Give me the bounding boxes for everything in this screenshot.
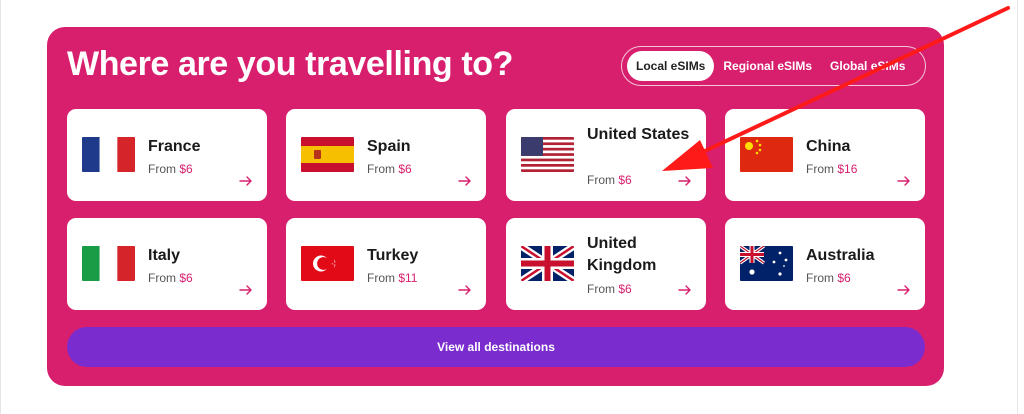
price-prefix: From (367, 162, 395, 176)
price-prefix: From (587, 282, 615, 296)
price-amount: $11 (398, 271, 418, 285)
destination-card-italy[interactable]: Italy From $6 (67, 218, 267, 310)
turkey-flag-icon (301, 246, 354, 281)
usa-flag-icon (521, 137, 574, 172)
arrow-right-icon (897, 176, 910, 186)
destination-price: From $16 (806, 162, 857, 176)
china-flag-icon (740, 137, 793, 172)
price-prefix: From (806, 162, 834, 176)
destination-name: United States (587, 126, 690, 143)
price-amount: $16 (837, 162, 858, 176)
destination-price: From $6 (148, 162, 193, 176)
destination-name: France (148, 138, 201, 155)
destination-price: From $6 (587, 173, 632, 187)
price-prefix: From (806, 271, 834, 285)
price-prefix: From (148, 162, 176, 176)
page-left-border (0, 0, 1, 414)
destination-card-united-states[interactable]: United States From $6 (506, 109, 706, 201)
destination-name: Italy (148, 247, 181, 264)
spain-flag-icon (301, 137, 354, 172)
destination-card-united-kingdom[interactable]: United Kingdom From $6 (506, 218, 706, 310)
arrow-right-icon (897, 285, 910, 295)
destination-price: From $6 (367, 162, 412, 176)
destination-price: From $6 (148, 271, 193, 285)
arrow-right-icon (678, 176, 691, 186)
destination-name: United Kingdom (587, 235, 657, 274)
page-right-border (1017, 0, 1018, 414)
arrow-right-icon (239, 285, 252, 295)
price-prefix: From (367, 271, 395, 285)
arrow-right-icon (458, 176, 471, 186)
destination-price: From $6 (806, 271, 851, 285)
australia-flag-icon (740, 246, 793, 281)
france-flag-icon (82, 137, 135, 172)
destination-card-australia[interactable]: Australia From $6 (725, 218, 925, 310)
destination-card-france[interactable]: France From $6 (67, 109, 267, 201)
destination-name: Spain (367, 138, 411, 155)
price-amount: $6 (837, 271, 851, 285)
price-prefix: From (148, 271, 176, 285)
price-amount: $6 (179, 271, 193, 285)
view-all-destinations-button[interactable]: View all destinations (67, 327, 925, 367)
destination-card-turkey[interactable]: Turkey From $11 (286, 218, 486, 310)
destination-name: Australia (806, 247, 875, 264)
uk-flag-icon (521, 246, 574, 281)
destination-card-china[interactable]: China From $16 (725, 109, 925, 201)
tab-local-esims[interactable]: Local eSIMs (627, 51, 715, 81)
price-amount: $6 (618, 173, 632, 187)
destination-card-spain[interactable]: Spain From $6 (286, 109, 486, 201)
italy-flag-icon (82, 246, 135, 281)
arrow-right-icon (458, 285, 471, 295)
arrow-right-icon (678, 285, 691, 295)
destination-price: From $6 (587, 282, 632, 296)
page-title: Where are you travelling to? (67, 45, 514, 83)
arrow-right-icon (239, 176, 252, 186)
destination-name: China (806, 138, 851, 155)
destination-price: From $11 (367, 271, 417, 285)
price-prefix: From (587, 173, 615, 187)
price-amount: $6 (398, 162, 412, 176)
price-amount: $6 (618, 282, 632, 296)
tab-global-esims[interactable]: Global eSIMs (821, 51, 914, 81)
price-amount: $6 (179, 162, 193, 176)
esim-type-tabs: Local eSIMs Regional eSIMs Global eSIMs (621, 46, 926, 86)
destination-panel: Where are you travelling to? Local eSIMs… (47, 27, 944, 386)
destination-name: Turkey (367, 247, 419, 264)
tab-regional-esims[interactable]: Regional eSIMs (714, 51, 821, 81)
